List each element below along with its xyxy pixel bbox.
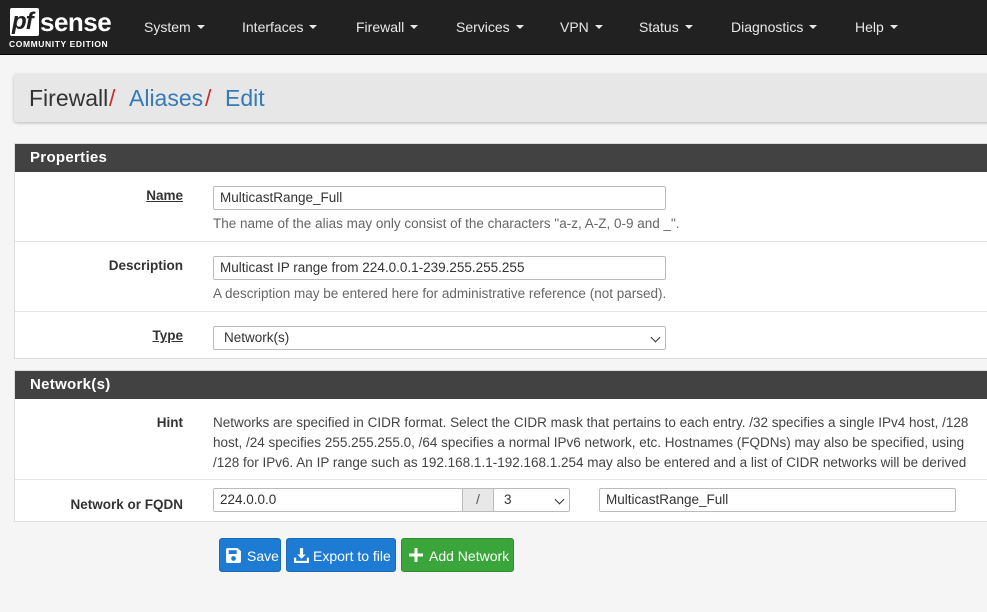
nav-services[interactable]: Services: [456, 0, 524, 54]
export-to-file-button[interactable]: Export to file: [286, 538, 396, 572]
chevron-down-icon: [889, 25, 898, 30]
description-help-text: A description may be entered here for ad…: [213, 286, 667, 301]
breadcrumb-separator: /: [205, 85, 212, 111]
description-row: Description Multicast IP range from 224.…: [15, 242, 987, 312]
breadcrumb-separator: /: [109, 85, 116, 111]
cidr-mask-select[interactable]: 3: [493, 488, 570, 512]
nav-status-label: Status: [639, 19, 679, 35]
nav-vpn[interactable]: VPN: [560, 0, 603, 54]
top-navbar: pf sense COMMUNITY EDITION System Interf…: [0, 0, 987, 55]
cidr-mask-value: 3: [504, 492, 512, 507]
add-network-button[interactable]: Add Network: [401, 538, 514, 572]
networks-heading: Network(s): [15, 371, 987, 399]
breadcrumb: Firewall / Aliases / Edit: [14, 74, 987, 122]
save-icon: [226, 548, 241, 563]
logo-pf: pf: [10, 8, 39, 36]
type-select-value: Network(s): [224, 330, 290, 345]
nav-diagnostics-label: Diagnostics: [731, 19, 804, 35]
nav-help-label: Help: [855, 19, 884, 35]
download-icon: [294, 548, 309, 563]
description-input[interactable]: Multicast IP range from 224.0.0.1-239.25…: [213, 256, 666, 280]
network-entry-row: Network or FQDN 224.0.0.0 / 3 MulticastR…: [15, 480, 987, 522]
nav-interfaces[interactable]: Interfaces: [242, 0, 318, 54]
chevron-down-icon: [594, 25, 603, 30]
nav-status[interactable]: Status: [639, 0, 693, 54]
chevron-down-icon: [410, 25, 419, 30]
breadcrumb-edit-link[interactable]: Edit: [225, 74, 265, 122]
description-label: Description: [108, 258, 183, 273]
chevron-down-icon: [684, 25, 693, 30]
nav-firewall-label: Firewall: [356, 19, 405, 35]
logo-edition: COMMUNITY EDITION: [9, 39, 109, 49]
network-address-input[interactable]: 224.0.0.0: [213, 488, 463, 512]
type-label: Type: [152, 328, 183, 343]
hint-row: Hint Networks are specified in CIDR form…: [15, 399, 987, 480]
type-row: Type Network(s): [15, 312, 987, 360]
breadcrumb-firewall: Firewall: [29, 85, 109, 111]
pfsense-logo[interactable]: pf sense COMMUNITY EDITION: [8, 6, 118, 50]
type-select[interactable]: Network(s): [213, 326, 666, 350]
hint-line: Networks are specified in CIDR format. S…: [213, 415, 969, 430]
chevron-down-icon: [650, 332, 661, 343]
nav-diagnostics[interactable]: Diagnostics: [731, 0, 818, 54]
nav-system-label: System: [144, 19, 191, 35]
nav-firewall[interactable]: Firewall: [356, 0, 419, 54]
chevron-down-icon: [515, 25, 524, 30]
nav-interfaces-label: Interfaces: [242, 19, 304, 35]
chevron-down-icon: [554, 494, 565, 505]
chevron-down-icon: [309, 25, 318, 30]
add-network-button-label: Add Network: [429, 548, 510, 564]
network-or-fqdn-label: Network or FQDN: [70, 497, 183, 512]
name-row: Name MulticastRange_Full The name of the…: [15, 172, 987, 242]
logo-sense: sense: [40, 7, 112, 37]
plus-icon: [409, 548, 423, 562]
nav-help[interactable]: Help: [855, 0, 898, 54]
hint-text: Networks are specified in CIDR format. S…: [213, 413, 987, 473]
cidr-slash-addon: /: [462, 488, 494, 512]
hint-line: /128 for IPv6. An IP range such as 192.1…: [213, 455, 967, 470]
name-label: Name: [146, 188, 183, 203]
breadcrumb-aliases-link[interactable]: Aliases: [129, 74, 203, 122]
save-button[interactable]: Save: [219, 538, 281, 572]
chevron-down-icon: [809, 25, 818, 30]
hint-line: host, /24 specifies 255.255.255.0, /64 s…: [213, 435, 965, 450]
networks-panel: Network(s) Hint Networks are specified i…: [14, 370, 987, 522]
name-input[interactable]: MulticastRange_Full: [213, 186, 666, 210]
properties-heading: Properties: [15, 144, 987, 172]
nav-services-label: Services: [456, 19, 510, 35]
export-button-label: Export to file: [313, 548, 391, 564]
save-button-label: Save: [247, 548, 279, 564]
nav-vpn-label: VPN: [560, 19, 589, 35]
properties-panel: Properties Name MulticastRange_Full The …: [14, 143, 987, 359]
hint-label: Hint: [156, 415, 183, 430]
nav-system[interactable]: System: [144, 0, 205, 54]
chevron-down-icon: [196, 25, 205, 30]
name-help-text: The name of the alias may only consist o…: [213, 216, 680, 231]
entry-description-input[interactable]: MulticastRange_Full: [599, 488, 956, 512]
